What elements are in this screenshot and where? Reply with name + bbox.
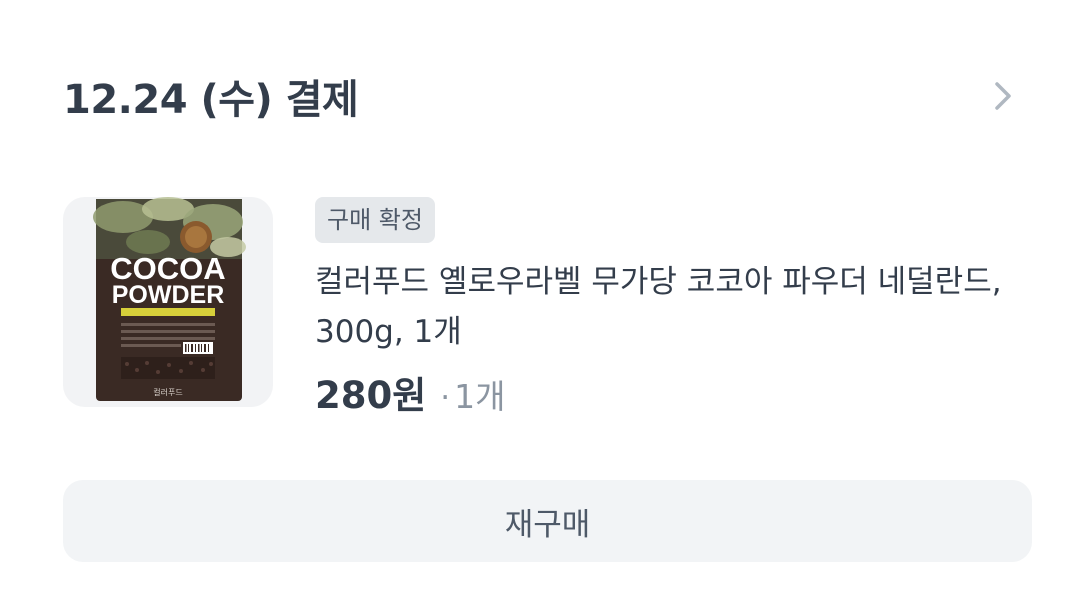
product-thumbnail[interactable]: COCOA POWDER 컬러푸드 xyxy=(63,197,273,407)
product-name[interactable]: 컬러푸드 옐로우라벨 무가당 코코아 파우더 네덜란드, 300g, 1개 xyxy=(315,257,1015,357)
order-header[interactable]: 12.24 (수) 결제 xyxy=(63,66,1023,126)
rebuy-button[interactable]: 재구매 xyxy=(63,480,1032,562)
chevron-right-icon[interactable] xyxy=(983,76,1023,116)
order-product[interactable]: COCOA POWDER 컬러푸드 구매 확정 컬러푸드 옐로우라벨 무가당 코… xyxy=(63,197,1023,427)
pouch-text-line2: POWDER xyxy=(112,281,225,309)
product-info: 구매 확정 컬러푸드 옐로우라벨 무가당 코코아 파우더 네덜란드, 300g,… xyxy=(315,197,1025,419)
status-badge: 구매 확정 xyxy=(315,197,435,243)
product-price: 280원 xyxy=(315,374,427,417)
pouch-brand: 컬러푸드 xyxy=(153,388,182,397)
product-quantity: 1개 xyxy=(454,377,506,416)
cocoa-pouch-image: COCOA POWDER 컬러푸드 xyxy=(93,197,246,401)
price-separator: · xyxy=(440,380,451,416)
order-date-title: 12.24 (수) 결제 xyxy=(63,77,359,123)
order-card: 12.24 (수) 결제 COCOA POWDER 컬러푸드 구매 확정 컬러푸… xyxy=(0,0,1079,611)
price-row: 280원 · 1개 xyxy=(315,365,1025,419)
